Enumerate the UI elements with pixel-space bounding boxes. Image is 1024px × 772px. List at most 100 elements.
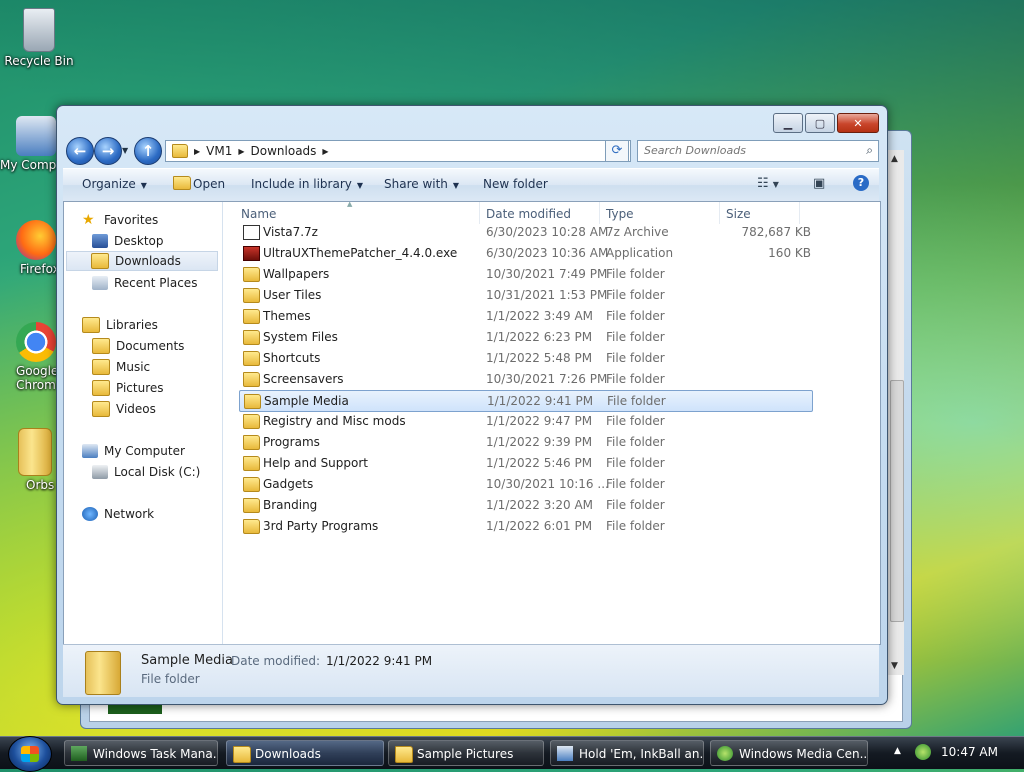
file-date-modified: 10/30/2021 10:16 ... — [486, 477, 609, 491]
details-type: File folder — [141, 672, 200, 686]
nav-libraries[interactable]: Libraries — [82, 315, 158, 335]
folder-icon — [243, 498, 260, 513]
search-box[interactable]: ⌕ — [637, 140, 879, 162]
table-row[interactable]: 3rd Party Programs 1/1/2022 6:01 PM File f… — [239, 516, 811, 536]
forward-button[interactable]: → — [94, 137, 122, 165]
file-name: 3rd Party Programs — [263, 519, 379, 533]
file-type: File folder — [606, 414, 665, 428]
nav-recent-places[interactable]: Recent Places — [92, 273, 197, 293]
taskbar-task-manager[interactable]: Windows Task Mana... — [64, 740, 218, 766]
taskbar-sample-pictures[interactable]: Sample Pictures — [388, 740, 544, 766]
share-with-button[interactable]: Share with ▼ — [384, 177, 459, 191]
column-divider[interactable] — [599, 202, 600, 224]
search-icon[interactable]: ⌕ — [866, 143, 873, 158]
new-folder-button[interactable]: New folder — [483, 177, 548, 191]
breadcrumb-chevron-icon[interactable]: ▶ — [238, 147, 244, 156]
column-divider[interactable] — [719, 202, 720, 224]
scroll-thumb[interactable] — [890, 380, 904, 622]
table-row[interactable]: Screensavers 10/30/2021 7:26 PM File folde… — [239, 369, 811, 389]
nav-local-disk[interactable]: Local Disk (C:) — [92, 462, 200, 482]
organize-button[interactable]: Organize ▼ — [82, 177, 147, 191]
background-window-scrollbar[interactable]: ▲ ▼ — [887, 150, 904, 675]
maximize-button[interactable]: ▢ — [805, 113, 835, 133]
scroll-up-arrow-icon[interactable]: ▲ — [891, 154, 898, 164]
firefox-desktop-icon[interactable]: Firefox — [0, 220, 60, 276]
search-input[interactable] — [638, 141, 860, 159]
table-row[interactable]: Help and Support 1/1/2022 5:46 PM File fol… — [239, 453, 811, 473]
chrome-desktop-icon[interactable]: Google Chrom — [0, 322, 58, 392]
help-icon[interactable]: ? — [853, 175, 869, 191]
taskbar-games-label: Hold 'Em, InkBall an... — [579, 747, 704, 761]
tray-app-icon[interactable] — [915, 744, 931, 760]
nav-favorites[interactable]: ★ Favorites — [82, 210, 158, 230]
table-row[interactable]: Vista7.7z 6/30/2023 10:28 AM 7z Archive 782… — [239, 222, 811, 242]
selected-folder-icon — [85, 651, 121, 695]
column-type[interactable]: Type — [606, 207, 634, 221]
nav-my-computer[interactable]: My Computer — [82, 441, 185, 461]
refresh-button[interactable]: ⟳ — [605, 140, 629, 162]
recent-places-icon — [92, 276, 108, 290]
nav-my-computer-label: My Computer — [104, 444, 185, 458]
nav-network[interactable]: Network — [82, 504, 154, 524]
column-size[interactable]: Size — [726, 207, 751, 221]
nav-favorites-label: Favorites — [104, 213, 159, 227]
back-button[interactable]: ← — [66, 137, 94, 165]
clock[interactable]: 10:47 AM — [941, 745, 998, 759]
column-divider[interactable] — [479, 202, 480, 224]
open-button[interactable]: Open — [193, 177, 225, 191]
table-row[interactable]: Programs 1/1/2022 9:39 PM File folder — [239, 432, 811, 452]
breadcrumb-downloads[interactable]: Downloads — [251, 144, 317, 158]
table-row[interactable]: Gadgets 10/30/2021 10:16 ... File folder — [239, 474, 811, 494]
column-divider[interactable] — [799, 202, 800, 224]
address-bar[interactable]: ▶ VM1 ▶ Downloads ▶ ▼ — [165, 140, 631, 162]
include-in-library-button[interactable]: Include in library ▼ — [251, 177, 363, 191]
network-icon — [82, 507, 98, 521]
nav-music[interactable]: Music — [92, 357, 150, 377]
table-row[interactable]: Registry and Misc mods 1/1/2022 9:47 PM Fi… — [239, 411, 811, 431]
nav-videos[interactable]: Videos — [92, 399, 156, 419]
taskbar-task-manager-label: Windows Task Mana... — [93, 747, 218, 761]
column-date-modified[interactable]: Date modified — [486, 207, 571, 221]
breadcrumb-chevron-icon[interactable]: ▶ — [194, 147, 200, 156]
file-name: Wallpapers — [263, 267, 330, 281]
table-row[interactable]: System Files 1/1/2022 6:23 PM File folder — [239, 327, 811, 347]
table-row[interactable]: Wallpapers 10/30/2021 7:49 PM File folder — [239, 264, 811, 284]
orbs-desktop-icon[interactable]: Orbs — [0, 428, 58, 492]
tray-expand-icon[interactable]: ▲ — [894, 746, 901, 756]
table-row[interactable]: User Tiles 10/31/2021 1:53 PM File folder — [239, 285, 811, 305]
taskbar-downloads[interactable]: Downloads — [226, 740, 384, 766]
scroll-down-arrow-icon[interactable]: ▼ — [891, 661, 898, 671]
nav-desktop[interactable]: Desktop — [92, 231, 164, 251]
nav-documents[interactable]: Documents — [92, 336, 184, 356]
column-name[interactable]: Name — [241, 207, 276, 221]
my-computer-label: My Comp — [0, 158, 57, 172]
table-row[interactable]: Shortcuts 1/1/2022 5:48 PM File folder — [239, 348, 811, 368]
table-row[interactable]: UltraUXThemePatcher_4.4.0.exe 6/30/2023 1… — [239, 243, 811, 263]
my-computer-desktop-icon[interactable]: My Comp — [0, 116, 58, 172]
windows-logo-icon — [21, 746, 39, 762]
taskbar-media-center[interactable]: Windows Media Cen... — [710, 740, 868, 766]
breadcrumb-chevron-icon[interactable]: ▶ — [322, 147, 328, 156]
table-row[interactable]: Branding 1/1/2022 3:20 AM File folder — [239, 495, 811, 515]
up-button[interactable]: ↑ — [134, 137, 162, 165]
breadcrumb-vm1[interactable]: VM1 — [206, 144, 232, 158]
folder-icon — [244, 394, 261, 409]
view-options-icon[interactable]: ☷ ▼ — [757, 176, 779, 191]
minimize-button[interactable]: ▁ — [773, 113, 803, 133]
chrome-icon — [16, 322, 56, 362]
folder-icon — [243, 519, 260, 534]
preview-pane-icon[interactable]: ▣ — [813, 176, 825, 191]
nav-pictures[interactable]: Pictures — [92, 378, 164, 398]
explorer-window[interactable]: ▁ ▢ ✕ ← → ▼ ↑ ▶ VM1 ▶ Downloads ▶ ▼ ⟳ ⌕ … — [56, 105, 888, 705]
file-type: File folder — [606, 267, 665, 281]
nav-downloads[interactable]: Downloads — [66, 251, 218, 271]
recycle-bin-icon[interactable]: Recycle Bin — [1, 8, 77, 68]
downloads-folder-icon — [91, 253, 109, 269]
share-with-label: Share with — [384, 177, 448, 191]
close-button[interactable]: ✕ — [837, 113, 879, 133]
taskbar-games[interactable]: Hold 'Em, InkBall an... — [550, 740, 704, 766]
start-button[interactable] — [8, 736, 52, 772]
table-row[interactable]: Themes 1/1/2022 3:49 AM File folder — [239, 306, 811, 326]
table-row[interactable]: Sample Media 1/1/2022 9:41 PM File folder — [239, 390, 813, 412]
recent-pages-chevron-down-icon[interactable]: ▼ — [122, 146, 128, 155]
